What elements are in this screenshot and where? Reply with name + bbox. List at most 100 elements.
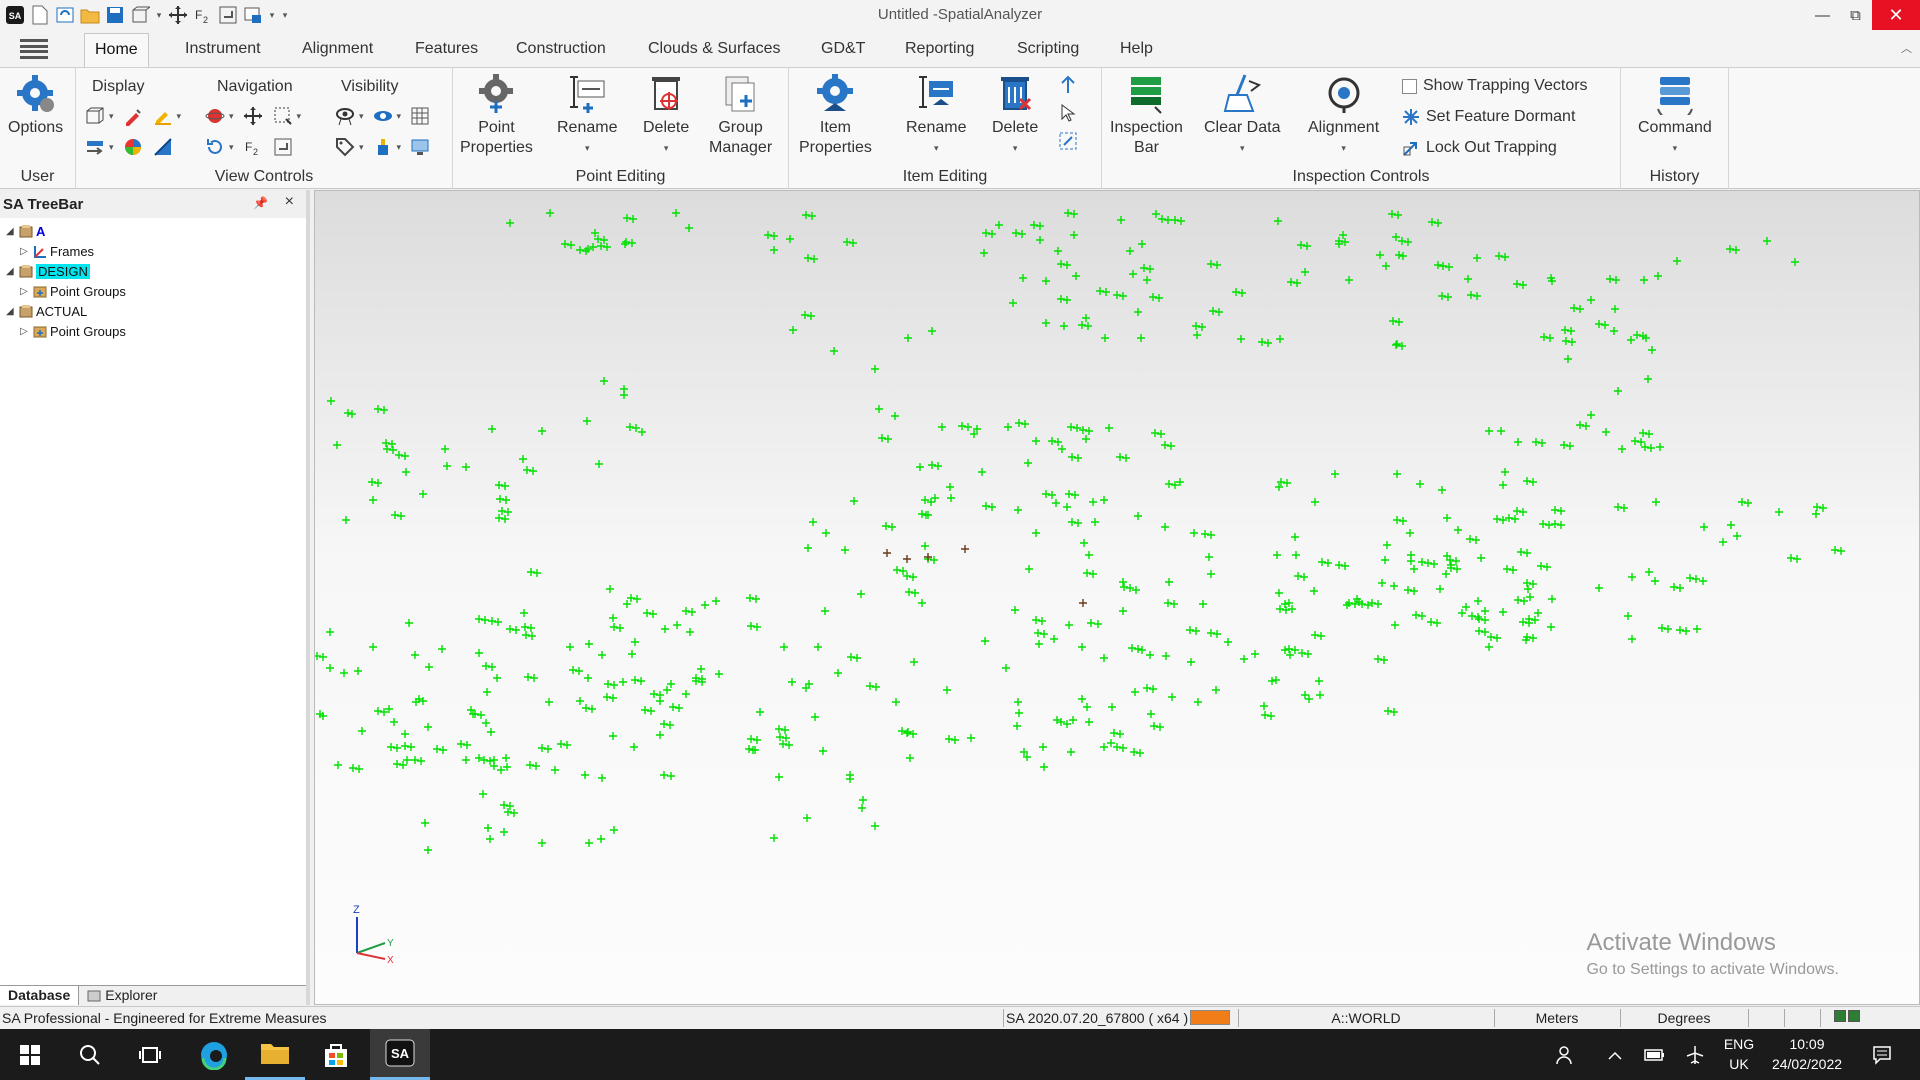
measured-point-663[interactable] [1499, 608, 1507, 616]
working-frame[interactable]: A::WORLD [1240, 1010, 1492, 1026]
measured-point-770[interactable] [961, 545, 969, 553]
measured-point-727[interactable] [770, 834, 778, 842]
measured-point-173[interactable] [946, 483, 954, 491]
return-icon[interactable] [272, 136, 294, 158]
measured-point-538[interactable] [1011, 606, 1019, 614]
measured-point-236[interactable] [368, 478, 376, 486]
measured-point-15[interactable] [603, 243, 611, 251]
zoom-window-icon[interactable] [272, 105, 294, 127]
measured-point-578[interactable] [1374, 655, 1382, 663]
measured-point-184[interactable] [938, 423, 946, 431]
measured-point-348[interactable] [355, 765, 363, 773]
measured-point-395[interactable] [609, 694, 617, 702]
measured-point-425[interactable] [584, 674, 592, 682]
measured-point-70[interactable] [1149, 293, 1157, 301]
f2-rename-icon[interactable]: F2 [242, 136, 264, 158]
measured-point-407[interactable] [512, 626, 520, 634]
measured-point-229[interactable] [397, 512, 405, 520]
measured-point-207[interactable] [1089, 498, 1097, 506]
measured-point-740[interactable] [1078, 695, 1086, 703]
measured-point-435[interactable] [847, 653, 855, 661]
measured-point-484[interactable] [898, 727, 906, 735]
measured-point-703[interactable] [484, 824, 492, 832]
measured-point-523[interactable] [1128, 644, 1136, 652]
measured-point-362[interactable] [438, 645, 446, 653]
collapse-arrow-icon[interactable]: ◢ [6, 226, 16, 237]
angle-units-label[interactable]: Degrees [1622, 1010, 1746, 1026]
measured-point-39[interactable] [1171, 216, 1179, 224]
measured-point-666[interactable] [1534, 609, 1542, 617]
measured-point-273[interactable] [1551, 506, 1559, 514]
measured-point-504[interactable] [1168, 693, 1176, 701]
measured-point-460[interactable] [804, 544, 812, 552]
task-view-icon[interactable] [120, 1029, 180, 1080]
measured-point-564[interactable] [1261, 711, 1269, 719]
measured-point-400[interactable] [481, 616, 489, 624]
measured-point-717[interactable] [557, 740, 565, 748]
measured-point-589[interactable] [1393, 470, 1401, 478]
measured-point-110[interactable] [1394, 211, 1402, 219]
measured-point-620[interactable] [1485, 643, 1493, 651]
measured-point-337[interactable] [1738, 498, 1746, 506]
measured-point-114[interactable] [1198, 323, 1206, 331]
item-rename-button[interactable]: Rename ▾ [906, 72, 966, 158]
measured-point-682[interactable] [666, 721, 674, 729]
measured-point-178[interactable] [1021, 420, 1029, 428]
measured-point-34[interactable] [1102, 288, 1110, 296]
measured-point-497[interactable] [1150, 722, 1158, 730]
measured-point-346[interactable] [488, 663, 496, 671]
measured-point-129[interactable] [1513, 280, 1521, 288]
measured-point-478[interactable] [1013, 722, 1021, 730]
measured-point-677[interactable] [1831, 546, 1839, 554]
measured-point-241[interactable] [348, 410, 356, 418]
measured-point-501[interactable] [1050, 635, 1058, 643]
measured-point-209[interactable] [1073, 424, 1081, 432]
measured-point-215[interactable] [1122, 454, 1130, 462]
measured-point-415[interactable] [521, 623, 529, 631]
measured-point-276[interactable] [1511, 515, 1519, 523]
clear-data-button[interactable]: Clear Data ▾ [1204, 72, 1280, 158]
measured-point-20[interactable] [804, 254, 812, 262]
measured-point-137[interactable] [1540, 333, 1548, 341]
measured-point-645[interactable] [1693, 625, 1701, 633]
measured-point-188[interactable] [1068, 453, 1076, 461]
measured-point-58[interactable] [1129, 270, 1137, 278]
measured-point-48[interactable] [982, 229, 990, 237]
measured-point-412[interactable] [566, 643, 574, 651]
measured-point-651[interactable] [1520, 597, 1528, 605]
measured-point-212[interactable] [1048, 437, 1056, 445]
tree-node-a[interactable]: ◢ A [6, 222, 45, 240]
measured-point-530[interactable] [1205, 553, 1213, 561]
measured-point-285[interactable] [1410, 565, 1418, 573]
eye-icon[interactable] [372, 105, 394, 127]
measured-point-507[interactable] [981, 637, 989, 645]
measured-point-689[interactable] [433, 745, 441, 753]
tab-help[interactable]: Help [1110, 33, 1163, 67]
measured-point-654[interactable] [1692, 575, 1700, 583]
measured-point-43[interactable] [1126, 247, 1134, 255]
measured-point-542[interactable] [1040, 630, 1048, 638]
measured-point-667[interactable] [1628, 573, 1636, 581]
measured-point-159[interactable] [807, 312, 815, 320]
measured-point-468[interactable] [918, 599, 926, 607]
tab-reporting[interactable]: Reporting [895, 33, 984, 67]
measured-point-150[interactable] [1648, 346, 1656, 354]
measured-point-306[interactable] [1514, 438, 1522, 446]
measured-point-634[interactable] [1481, 607, 1489, 615]
measured-point-201[interactable] [1091, 518, 1099, 526]
measured-point-13[interactable] [589, 243, 597, 251]
measured-point-316[interactable] [1497, 427, 1505, 435]
measured-point-77[interactable] [1393, 340, 1401, 348]
measured-point-397[interactable] [524, 673, 532, 681]
measured-point-695[interactable] [582, 704, 590, 712]
measured-point-517[interactable] [1083, 703, 1091, 711]
measured-point-97[interactable] [1428, 218, 1436, 226]
measured-point-562[interactable] [1311, 631, 1319, 639]
measured-point-275[interactable] [1505, 514, 1513, 522]
measured-point-162[interactable] [918, 510, 926, 518]
measured-point-592[interactable] [1374, 600, 1382, 608]
measured-point-303[interactable] [1472, 536, 1480, 544]
measured-point-436[interactable] [853, 654, 861, 662]
measured-point-30[interactable] [1082, 314, 1090, 322]
minimize-button[interactable]: — [1806, 0, 1839, 30]
